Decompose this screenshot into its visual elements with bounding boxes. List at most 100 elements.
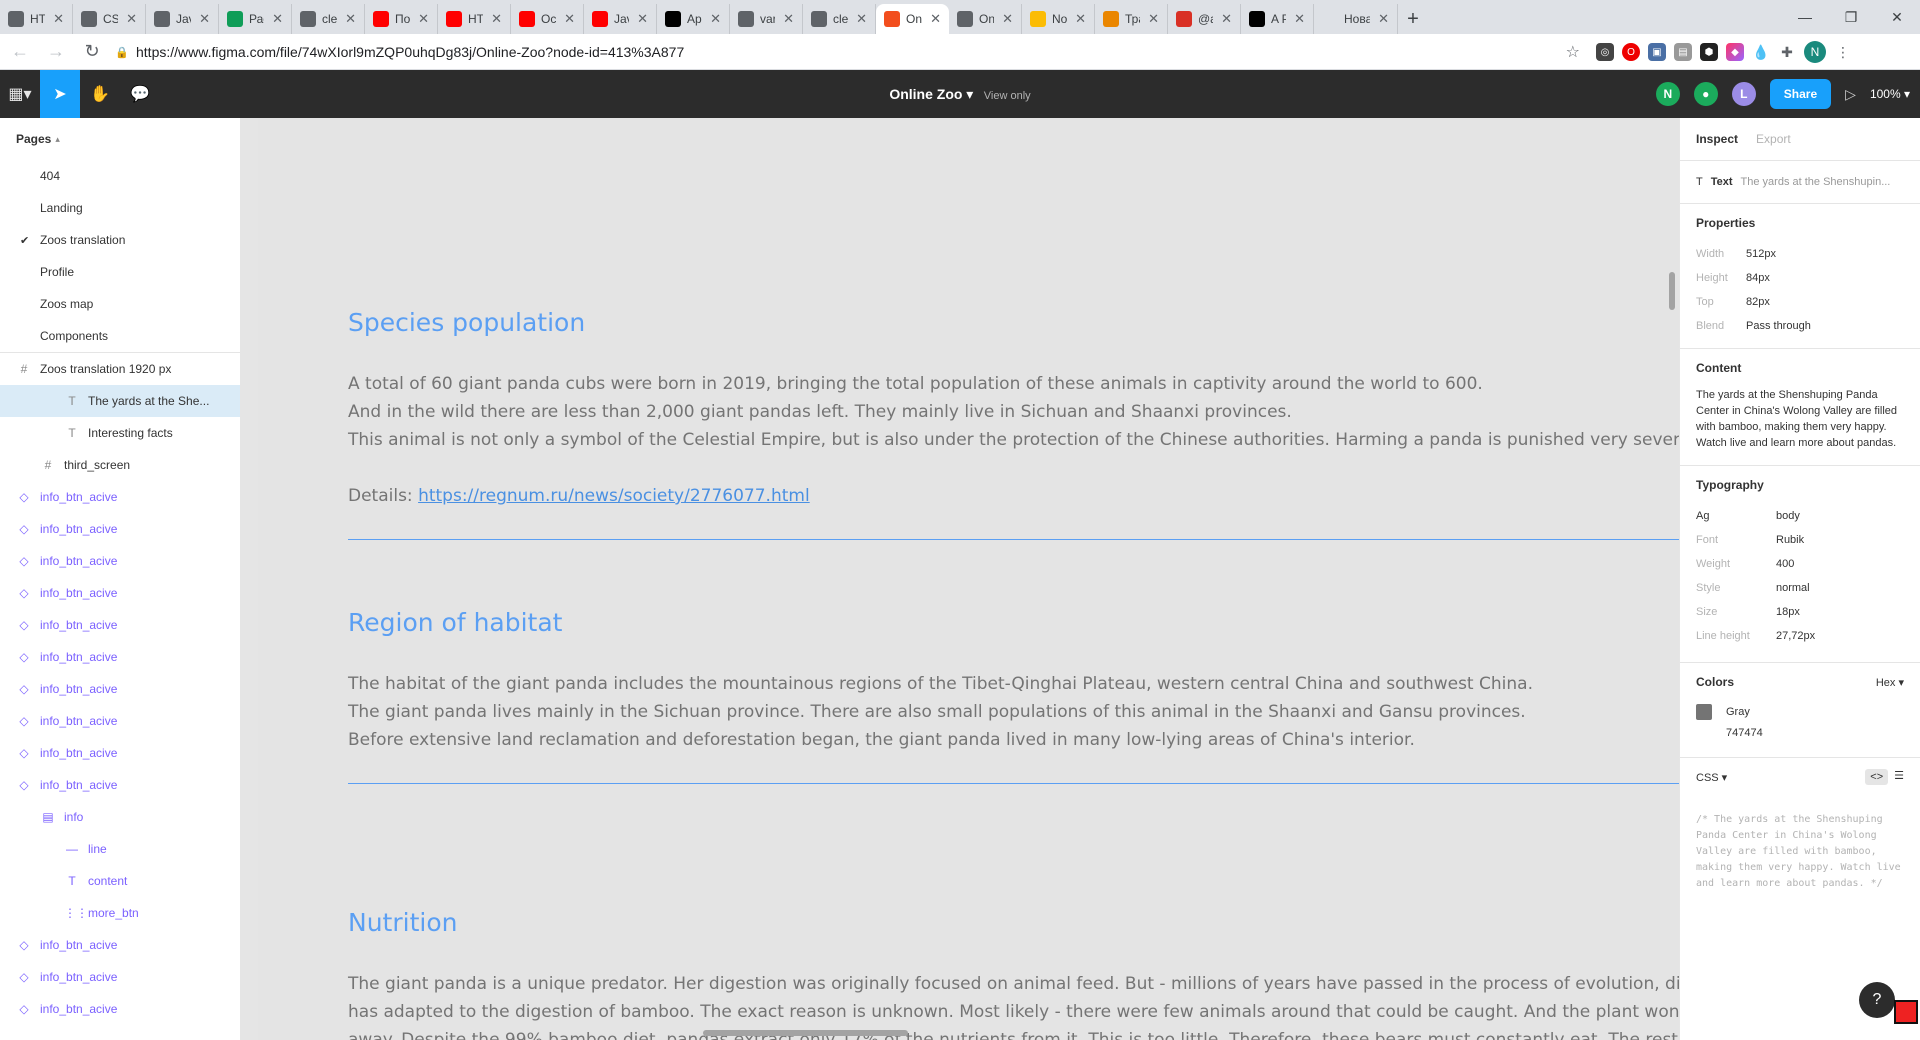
close-tab-icon[interactable]: ✕ — [345, 11, 356, 27]
browser-tab[interactable]: Onli ✕ — [876, 4, 949, 34]
close-window-icon[interactable]: ✕ — [1874, 0, 1920, 34]
avatar-user-icon[interactable]: ● — [1693, 82, 1718, 106]
layer-row[interactable]: # Zoos translation 1920 px — [0, 353, 240, 385]
page-item[interactable]: Zoos map — [0, 288, 240, 320]
layer-row[interactable]: ◇ info_btn_acive — [0, 545, 240, 577]
browser-tab[interactable]: CSS ✕ — [73, 4, 146, 34]
details-line[interactable]: Details: https://regnum.ru/news/society/… — [348, 482, 810, 510]
page-item[interactable]: Components — [0, 320, 240, 352]
figma-menu-icon[interactable]: ▦▾ — [0, 70, 40, 118]
url-field[interactable]: 🔒 https://www.figma.com/file/74wXIorl9mZ… — [108, 38, 1588, 66]
page-item[interactable]: Profile — [0, 256, 240, 288]
layer-row[interactable]: ◇ info_btn_acive — [0, 737, 240, 769]
section-paragraph[interactable]: The habitat of the giant panda includes … — [348, 670, 1533, 698]
color-row[interactable]: Gray — [1696, 701, 1904, 723]
close-tab-icon[interactable]: ✕ — [637, 11, 648, 27]
browser-tab[interactable]: clea ✕ — [803, 4, 876, 34]
extension-icon[interactable]: ⬢ — [1700, 43, 1718, 61]
browser-tab[interactable]: Осно ✕ — [511, 4, 584, 34]
page-item[interactable]: ✔ Zoos translation — [0, 224, 240, 256]
browser-tab[interactable]: App ✕ — [657, 4, 730, 34]
section-paragraph[interactable]: This animal is not only a symbol of the … — [348, 426, 1679, 454]
back-icon[interactable]: ← — [4, 36, 36, 68]
section-title[interactable]: Species population — [348, 308, 585, 337]
close-tab-icon[interactable]: ✕ — [930, 11, 941, 27]
browser-tab[interactable]: @an ✕ — [1168, 4, 1241, 34]
section-title[interactable]: Region of habitat — [348, 608, 562, 637]
property-value[interactable]: 512px — [1746, 248, 1776, 260]
browser-tab[interactable]: clea ✕ — [292, 4, 365, 34]
avatar[interactable]: L — [1731, 82, 1756, 106]
browser-tab[interactable]: Подк ✕ — [365, 4, 438, 34]
browser-tab[interactable]: A Pe ✕ — [1241, 4, 1314, 34]
layer-row[interactable]: ◇ info_btn_acive — [0, 705, 240, 737]
layer-row[interactable]: ◇ info_btn_acive — [0, 481, 240, 513]
drop-icon[interactable]: 💧 — [1752, 43, 1770, 61]
layer-row[interactable]: ▤ info — [0, 801, 240, 833]
close-tab-icon[interactable]: ✕ — [1075, 11, 1086, 27]
frame-zoos-translation[interactable]: Species population A total of 60 giant p… — [258, 118, 1679, 1040]
minimize-icon[interactable]: — — [1782, 0, 1828, 34]
profile-avatar[interactable]: N — [1804, 41, 1826, 63]
help-button[interactable]: ? — [1859, 982, 1895, 1018]
browser-tab[interactable]: Расп ✕ — [219, 4, 292, 34]
color-format-dropdown[interactable]: Hex ▾ — [1876, 676, 1904, 689]
css-dropdown[interactable]: CSS ▾ — [1696, 771, 1727, 784]
list-view-icon[interactable]: ☰ — [1894, 769, 1904, 785]
section-paragraph[interactable]: A total of 60 giant panda cubs were born… — [348, 370, 1483, 398]
hand-tool-icon[interactable]: ✋ — [80, 70, 120, 118]
forward-icon[interactable]: → — [40, 36, 72, 68]
close-tab-icon[interactable]: ✕ — [418, 11, 429, 27]
close-tab-icon[interactable]: ✕ — [710, 11, 721, 27]
browser-tab[interactable]: Java ✕ — [584, 4, 657, 34]
comment-tool-icon[interactable]: 💬 — [120, 70, 160, 118]
close-tab-icon[interactable]: ✕ — [53, 11, 64, 27]
pages-header[interactable]: Pages ▴ — [0, 118, 240, 160]
property-value[interactable]: 82px — [1746, 296, 1770, 308]
layer-row[interactable]: ◇ info_btn_acive — [0, 961, 240, 993]
layer-row[interactable]: ◇ info_btn_acive — [0, 641, 240, 673]
close-tab-icon[interactable]: ✕ — [491, 11, 502, 27]
taskbar-app-icon[interactable] — [1894, 1000, 1918, 1024]
property-value[interactable]: Rubik — [1776, 534, 1804, 546]
section-paragraph[interactable]: The giant panda lives mainly in the Sich… — [348, 698, 1526, 726]
code-view-icon[interactable]: <> — [1865, 769, 1889, 785]
layer-row[interactable]: T Interesting facts — [0, 417, 240, 449]
details-link[interactable]: https://regnum.ru/news/society/2776077.h… — [418, 486, 810, 506]
opera-icon[interactable]: O — [1622, 43, 1640, 61]
close-tab-icon[interactable]: ✕ — [564, 11, 575, 27]
browser-tab[interactable]: Тран ✕ — [1095, 4, 1168, 34]
property-value[interactable]: body — [1776, 510, 1800, 522]
present-play-icon[interactable]: ▷ — [1845, 86, 1856, 103]
reload-icon[interactable]: ↻ — [76, 36, 108, 68]
browser-tab[interactable]: HTM ✕ — [0, 4, 73, 34]
bookmark-star-icon[interactable]: ☆ — [1566, 42, 1580, 62]
browser-tab[interactable]: Java ✕ — [146, 4, 219, 34]
extension-icon[interactable]: ◆ — [1726, 43, 1744, 61]
vertical-scrollbar[interactable] — [1669, 272, 1675, 310]
layer-row[interactable]: ◇ info_btn_acive — [0, 673, 240, 705]
tab-inspect[interactable]: Inspect — [1696, 132, 1738, 146]
color-hex[interactable]: 747474 — [1696, 723, 1904, 743]
layer-row[interactable]: ◇ info_btn_acive — [0, 609, 240, 641]
browser-tab[interactable]: varia ✕ — [730, 4, 803, 34]
property-value[interactable]: 18px — [1776, 606, 1800, 618]
close-tab-icon[interactable]: ✕ — [126, 11, 137, 27]
chevron-up-icon[interactable]: ▴ — [55, 134, 60, 145]
tab-export[interactable]: Export — [1756, 132, 1791, 146]
layer-row[interactable]: — line — [0, 833, 240, 865]
move-tool-icon[interactable]: ➤ — [40, 70, 80, 118]
section-title[interactable]: Nutrition — [348, 908, 457, 937]
close-tab-icon[interactable]: ✕ — [783, 11, 794, 27]
section-paragraph[interactable]: And in the wild there are less than 2,00… — [348, 398, 1292, 426]
section-paragraph[interactable]: The giant panda is a unique predator. He… — [348, 970, 1679, 998]
design-canvas[interactable]: Species population A total of 60 giant p… — [241, 118, 1679, 1040]
browser-tab[interactable]: Note ✕ — [1022, 4, 1095, 34]
file-name[interactable]: Online Zoo — [889, 86, 962, 102]
puzzle-icon[interactable]: ✚ — [1778, 43, 1796, 61]
layer-row[interactable]: Tcontent — [0, 865, 240, 897]
extension-icon[interactable]: ▤ — [1674, 43, 1692, 61]
section-paragraph[interactable]: has adapted to the digestion of bamboo. … — [348, 998, 1679, 1026]
close-tab-icon[interactable]: ✕ — [1294, 11, 1305, 27]
layer-row[interactable]: ◇ info_btn_acive — [0, 513, 240, 545]
